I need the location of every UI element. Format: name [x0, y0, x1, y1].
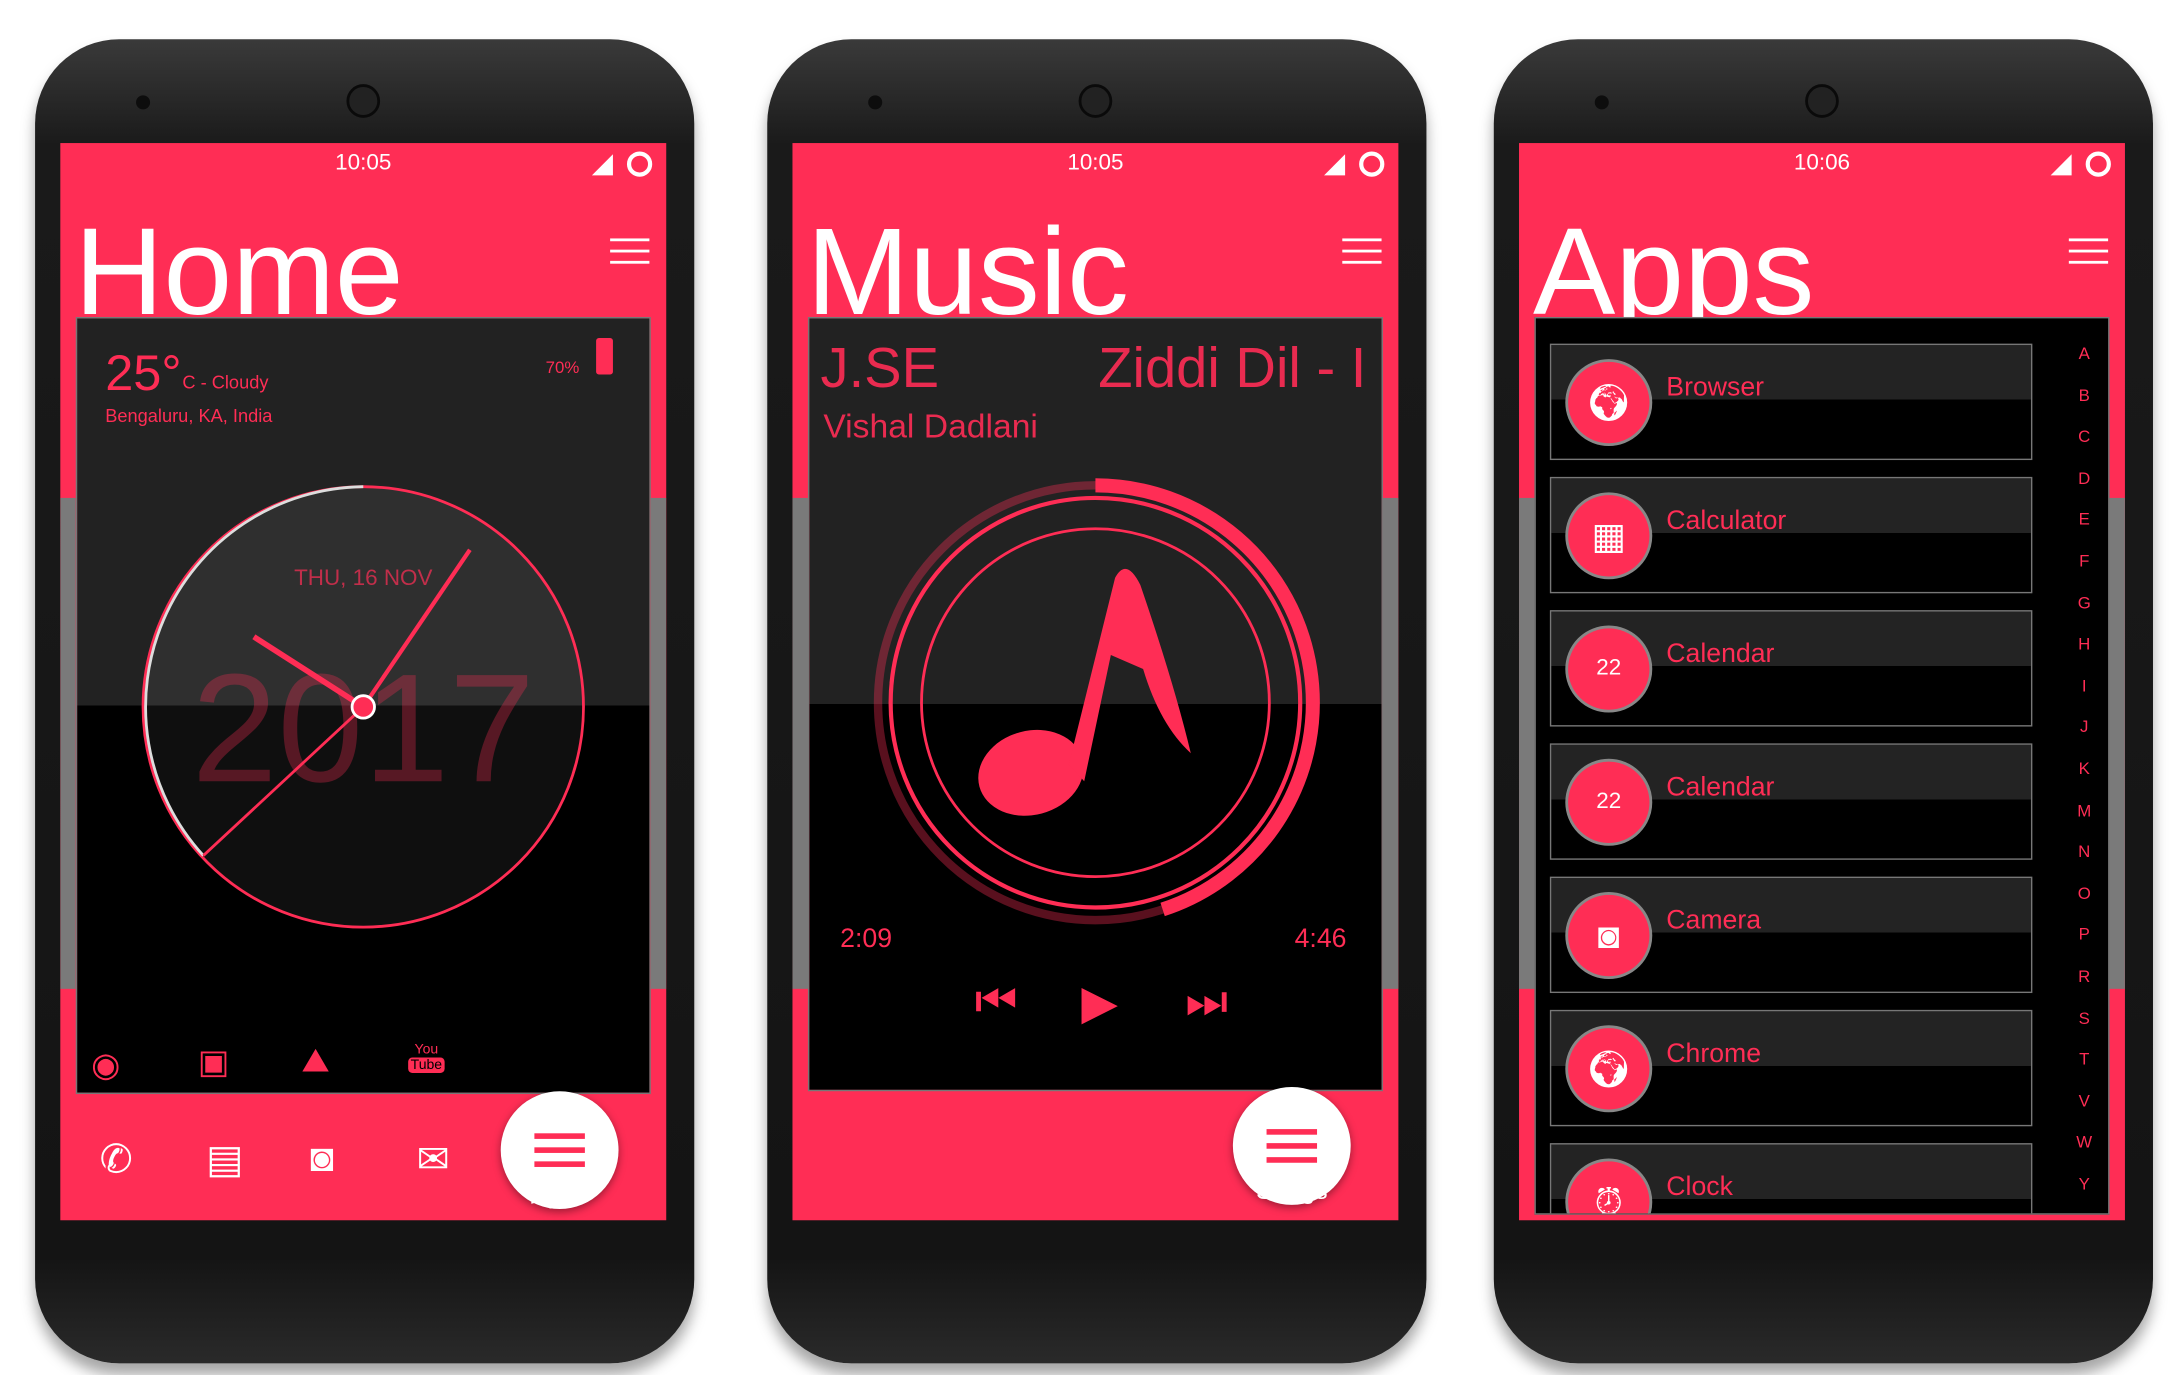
status-time: 10:05 — [1067, 151, 1124, 176]
index-letter[interactable]: N — [2073, 842, 2095, 862]
app-list-item[interactable]: 🌍︎ Chrome — [1549, 1009, 2033, 1127]
index-letter[interactable]: R — [2073, 966, 2095, 986]
app-label: Browser — [1666, 373, 1765, 403]
front-camera — [1805, 84, 1839, 118]
clock-date: THU, 16 NOV — [294, 565, 432, 590]
index-letter[interactable]: A — [2073, 344, 2095, 364]
battery-ring-icon — [1359, 151, 1385, 177]
index-letter[interactable]: S — [2073, 1008, 2095, 1028]
app-list[interactable]: 🌍︎ Browser ▦ Calculator 22 Calendar 22 Calendar… — [1534, 316, 2110, 1215]
youtube-you: You — [414, 1042, 439, 1058]
index-letter[interactable]: B — [2073, 385, 2095, 405]
next-icon[interactable]: ⏭ — [1185, 975, 1228, 1030]
app-list-item[interactable]: 22 Calendar — [1549, 610, 2033, 727]
index-letter[interactable]: G — [2073, 593, 2095, 613]
index-letter[interactable]: F — [2073, 551, 2095, 571]
front-camera — [346, 84, 381, 118]
songs-fab-label: Songs — [1255, 1176, 1328, 1205]
music-screen: 10:05 Music J.SE Ziddi Dil - I Vishal Da… — [792, 143, 1399, 1221]
total-time: 4:46 — [1294, 924, 1347, 954]
sensor — [868, 95, 883, 110]
battery-ring-icon — [2085, 151, 2111, 177]
phone-music: 10:05 Music J.SE Ziddi Dil - I Vishal Da… — [767, 39, 1427, 1364]
app-list-item[interactable]: ▦ Calculator — [1549, 476, 2033, 594]
index-letter[interactable]: Y — [2073, 1174, 2095, 1194]
index-letter[interactable]: M — [2073, 800, 2095, 820]
index-letter[interactable]: C — [2073, 427, 2095, 447]
app-label: Chrome — [1666, 1039, 1762, 1069]
sensor — [1594, 95, 1609, 110]
index-letter[interactable]: T — [2073, 1049, 2095, 1069]
play-icon[interactable]: ▶ — [1081, 975, 1118, 1031]
menu-icon[interactable] — [1342, 238, 1382, 264]
sensor — [136, 95, 151, 110]
camera-icon[interactable]: ◙ — [310, 1136, 334, 1181]
alarm-clock-icon: ⏰︎ — [1565, 1158, 1653, 1214]
app-list-item[interactable]: ⏰︎ Clock — [1549, 1143, 2033, 1214]
battery-ring-icon — [626, 151, 653, 177]
home-screen: 10:05 Home 25° C - Cloudy Bengaluru, KA,… — [60, 143, 667, 1221]
home-widget-card: 25° C - Cloudy Bengaluru, KA, India 70% … — [75, 316, 652, 1095]
message-icon[interactable]: ▤ — [206, 1136, 243, 1182]
calculator-icon: ▦ — [1565, 492, 1653, 580]
app-label: Calendar — [1666, 772, 1775, 803]
youtube-tube: Tube — [408, 1057, 445, 1073]
phone-apps: 10:06 Apps 🌍︎ Browser ▦ Calculator 22 Calenda… — [1493, 39, 2153, 1364]
index-letter[interactable]: P — [2073, 925, 2095, 945]
elapsed-time: 2:09 — [840, 924, 893, 954]
index-letter[interactable]: V — [2073, 1091, 2095, 1111]
clock-year: 2017 — [192, 641, 535, 814]
front-camera — [1078, 84, 1113, 118]
camera-icon: ◙ — [1565, 892, 1653, 980]
analog-clock[interactable]: 2017 THU, 16 NOV — [77, 318, 652, 1095]
play-store-icon[interactable]: ▣ — [198, 1042, 230, 1083]
calendar-icon: 22 — [1565, 758, 1653, 846]
status-time: 10:05 — [335, 151, 392, 176]
index-letter[interactable]: K — [2073, 759, 2095, 779]
index-letter[interactable]: O — [2073, 883, 2095, 903]
progress-arc — [1095, 478, 1320, 917]
app-label: Clock — [1666, 1172, 1733, 1203]
previous-icon[interactable]: ⏮ — [975, 975, 1018, 1030]
apps-screen: 10:06 Apps 🌍︎ Browser ▦ Calculator 22 Calenda… — [1519, 143, 2125, 1221]
index-letter[interactable]: E — [2073, 510, 2095, 530]
status-time: 10:06 — [1793, 151, 1851, 176]
youtube-icon[interactable]: You Tube — [408, 1042, 445, 1073]
mail-icon[interactable]: ✉ — [417, 1136, 450, 1182]
chrome-icon[interactable]: ◉ — [91, 1045, 120, 1086]
signal-icon — [591, 154, 613, 176]
app-list-item[interactable]: ◙ Camera — [1549, 876, 2033, 994]
app-label: Camera — [1666, 906, 1762, 936]
signal-icon — [1324, 154, 1346, 176]
index-letter[interactable]: D — [2073, 468, 2095, 488]
calendar-icon: 22 — [1565, 625, 1653, 713]
index-letter[interactable]: W — [2073, 1132, 2095, 1152]
app-list-item[interactable]: 22 Calendar — [1549, 743, 2033, 860]
signal-icon — [2050, 154, 2072, 176]
app-list-item[interactable]: 🌍︎ Browser — [1549, 343, 2033, 461]
music-note-icon — [978, 568, 1191, 816]
phone-icon[interactable]: ✆ — [100, 1136, 133, 1182]
globe-icon: 🌍︎ — [1565, 1025, 1653, 1113]
clock-center — [350, 694, 376, 720]
menu-icon[interactable] — [2068, 238, 2109, 264]
menu-icon[interactable] — [610, 238, 650, 264]
index-letter[interactable]: J — [2073, 717, 2095, 737]
phone-home: 10:05 Home 25° C - Cloudy Bengaluru, KA,… — [35, 39, 695, 1364]
player-card: J.SE Ziddi Dil - I Vishal Dadlani 2:09 4… — [807, 316, 1383, 1092]
globe-icon: 🌍︎ — [1565, 359, 1653, 447]
app-label: Calculator — [1666, 506, 1787, 536]
apps-fab-label: Apps — [530, 1180, 589, 1210]
index-letter[interactable]: I — [2073, 676, 2095, 696]
index-letter[interactable]: H — [2073, 634, 2095, 654]
maps-icon[interactable]: ⛰ — [302, 1042, 330, 1081]
app-label: Calendar — [1666, 639, 1775, 670]
